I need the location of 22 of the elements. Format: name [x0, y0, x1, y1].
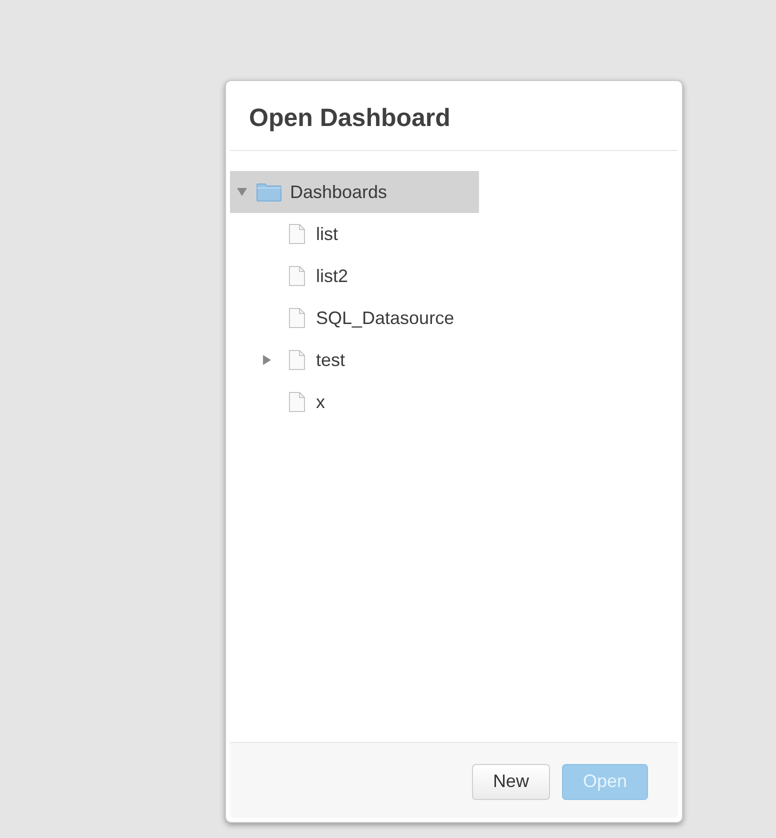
tree-item[interactable]: x: [230, 381, 331, 423]
file-icon: [288, 223, 306, 245]
item-label: Dashboards: [290, 180, 388, 204]
tree-item[interactable]: list2: [230, 255, 354, 297]
tree-item[interactable]: test: [230, 339, 352, 381]
dialog-title: Open Dashboard: [249, 103, 452, 133]
file-icon: [288, 349, 306, 371]
dialog-button[interactable]: New: [472, 764, 550, 800]
tree-item[interactable]: SQL_Datasource: [230, 297, 460, 339]
file-icon: [288, 265, 306, 287]
collapse-arrow-icon[interactable]: [236, 187, 248, 197]
expand-arrow-icon[interactable]: [262, 354, 272, 366]
item-label: test: [316, 348, 346, 372]
tree-item[interactable]: list: [230, 213, 344, 255]
item-label: list: [316, 222, 338, 246]
file-icon: [288, 391, 306, 413]
item-label: x: [316, 390, 325, 414]
tree-item[interactable]: Dashboards: [230, 171, 479, 213]
item-label: SQL_Datasource: [316, 306, 454, 330]
folder-icon: [256, 182, 282, 202]
file-icon: [288, 307, 306, 329]
item-label: list2: [316, 264, 348, 288]
